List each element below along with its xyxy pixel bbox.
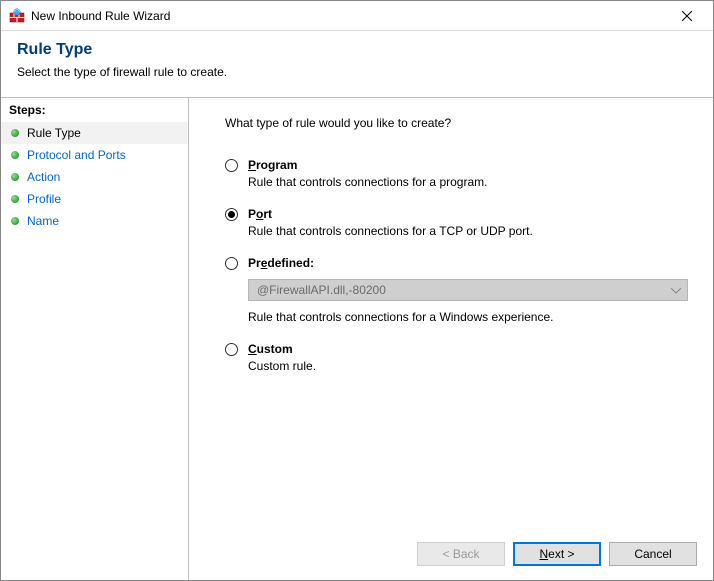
steps-heading: Steps: <box>1 98 188 122</box>
option-desc-port: Rule that controls connections for a TCP… <box>248 224 689 238</box>
option-desc-predefined: Rule that controls connections for a Win… <box>248 310 689 324</box>
bullet-icon <box>11 129 19 137</box>
dropdown-value: @FirewallAPI.dll,-80200 <box>257 283 386 297</box>
step-label: Protocol and Ports <box>27 148 126 162</box>
bullet-icon <box>11 195 19 203</box>
predefined-dropdown: @FirewallAPI.dll,-80200 <box>248 279 688 301</box>
window-title: New Inbound Rule Wizard <box>31 9 665 23</box>
option-custom[interactable]: Custom Custom rule. <box>225 342 689 373</box>
step-action[interactable]: Action <box>1 166 188 188</box>
radio-port[interactable] <box>225 208 238 221</box>
step-protocol-and-ports[interactable]: Protocol and Ports <box>1 144 188 166</box>
firewall-icon <box>9 8 25 24</box>
option-label-predefined: Predefined: <box>248 256 689 270</box>
page-title: Rule Type <box>17 41 697 59</box>
body-area: Steps: Rule Type Protocol and Ports Acti… <box>1 97 713 580</box>
titlebar: New Inbound Rule Wizard <box>1 1 713 31</box>
next-button[interactable]: Next > <box>513 542 601 566</box>
step-name[interactable]: Name <box>1 210 188 232</box>
option-label-program: Program <box>248 158 689 172</box>
step-label: Profile <box>27 192 61 206</box>
page-subtitle: Select the type of firewall rule to crea… <box>17 65 697 79</box>
back-button: < Back <box>417 542 505 566</box>
bullet-icon <box>11 151 19 159</box>
option-desc-program: Rule that controls connections for a pro… <box>248 175 689 189</box>
option-program[interactable]: Program Rule that controls connections f… <box>225 158 689 189</box>
wizard-window: New Inbound Rule Wizard Rule Type Select… <box>0 0 714 581</box>
option-port[interactable]: Port Rule that controls connections for … <box>225 207 689 238</box>
chevron-down-icon <box>671 283 681 297</box>
radio-custom[interactable] <box>225 343 238 356</box>
step-label: Rule Type <box>27 126 81 140</box>
option-label-custom: Custom <box>248 342 689 356</box>
step-label: Action <box>27 170 60 184</box>
close-icon <box>682 11 692 21</box>
content-panel: What type of rule would you like to crea… <box>189 98 713 580</box>
prompt-text: What type of rule would you like to crea… <box>225 116 689 130</box>
step-rule-type[interactable]: Rule Type <box>1 122 188 144</box>
steps-panel: Steps: Rule Type Protocol and Ports Acti… <box>1 98 189 580</box>
radio-program[interactable] <box>225 159 238 172</box>
radio-predefined[interactable] <box>225 257 238 270</box>
option-body: Custom Custom rule. <box>248 342 689 373</box>
close-button[interactable] <box>665 2 709 30</box>
option-body: Predefined: @FirewallAPI.dll,-80200 Rule… <box>248 256 689 324</box>
step-profile[interactable]: Profile <box>1 188 188 210</box>
option-desc-custom: Custom rule. <box>248 359 689 373</box>
button-row: < Back Next > Cancel <box>417 542 697 566</box>
options-group: Program Rule that controls connections f… <box>225 158 689 373</box>
cancel-button[interactable]: Cancel <box>609 542 697 566</box>
step-label: Name <box>27 214 59 228</box>
header-area: Rule Type Select the type of firewall ru… <box>1 31 713 97</box>
bullet-icon <box>11 217 19 225</box>
option-body: Port Rule that controls connections for … <box>248 207 689 238</box>
option-label-port: Port <box>248 207 689 221</box>
option-body: Program Rule that controls connections f… <box>248 158 689 189</box>
option-predefined[interactable]: Predefined: @FirewallAPI.dll,-80200 Rule… <box>225 256 689 324</box>
bullet-icon <box>11 173 19 181</box>
